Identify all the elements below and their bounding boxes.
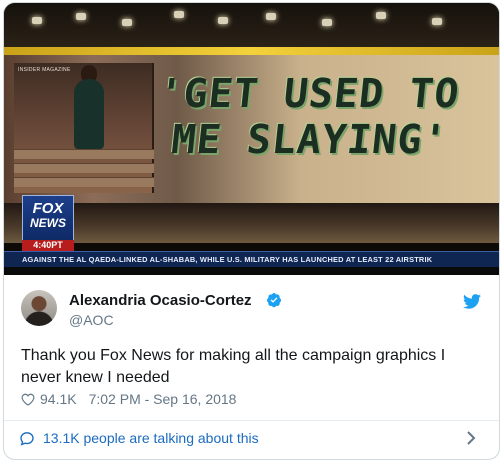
- graphic-headline: 'GET USED TO ME SLAYING': [151, 71, 499, 163]
- studio-light: [322, 19, 332, 26]
- headline-line-1: 'GET USED TO: [156, 71, 462, 117]
- logo-top-text: FOX: [32, 200, 64, 217]
- studio-light: [76, 13, 86, 20]
- author-handle[interactable]: @AOC: [69, 312, 114, 328]
- person-figure: [74, 79, 104, 149]
- studio-light: [32, 17, 42, 24]
- media-bottom-bar: [4, 267, 499, 275]
- chevron-right-icon[interactable]: [466, 431, 476, 445]
- studio-floor: [4, 203, 499, 243]
- tweet-meta: 94.1K 7:02 PM - Sep 16, 2018: [21, 390, 236, 408]
- author-name[interactable]: Alexandria Ocasio-Cortez: [69, 292, 252, 309]
- twitter-bird-icon[interactable]: [463, 294, 481, 309]
- like-count[interactable]: 94.1K: [40, 391, 77, 407]
- headline-line-2: ME SLAYING': [169, 117, 450, 163]
- stair-step: [14, 163, 154, 173]
- studio-light: [174, 11, 184, 18]
- stair-step: [14, 149, 154, 159]
- logo-bottom-text: NEWS: [30, 216, 66, 230]
- stair-step: [14, 177, 154, 187]
- studio-light: [376, 12, 386, 19]
- heart-icon[interactable]: [21, 393, 35, 406]
- studio-light: [432, 18, 442, 25]
- tweet-timestamp[interactable]: 7:02 PM - Sep 16, 2018: [89, 391, 237, 407]
- conversation-text[interactable]: 13.1K people are talking about this: [43, 430, 259, 446]
- studio-light: [266, 13, 276, 20]
- broadcast-time: 4:40PT: [22, 240, 74, 251]
- speech-bubble-icon: [20, 431, 34, 446]
- tweet-card: INSIDER MAGAZINE 'GET USED TO ME SLAYING…: [3, 2, 500, 460]
- news-ticker: AGAINST THE AL QAEDA-LINKED AL-SHABAB, W…: [4, 251, 499, 267]
- verified-badge-icon: [267, 293, 281, 308]
- photo-credit: INSIDER MAGAZINE: [18, 67, 71, 73]
- tweet-text: Thank you Fox News for making all the ca…: [21, 347, 446, 386]
- studio-light: [122, 19, 132, 26]
- tweet-media-image[interactable]: INSIDER MAGAZINE 'GET USED TO ME SLAYING…: [4, 3, 499, 275]
- studio-rail: [4, 47, 499, 55]
- avatar[interactable]: [21, 290, 57, 326]
- studio-light: [218, 17, 228, 24]
- fox-news-logo: FOX NEWS: [22, 195, 74, 241]
- conversation-link[interactable]: 13.1K people are talking about this: [19, 428, 259, 448]
- divider: [4, 420, 499, 421]
